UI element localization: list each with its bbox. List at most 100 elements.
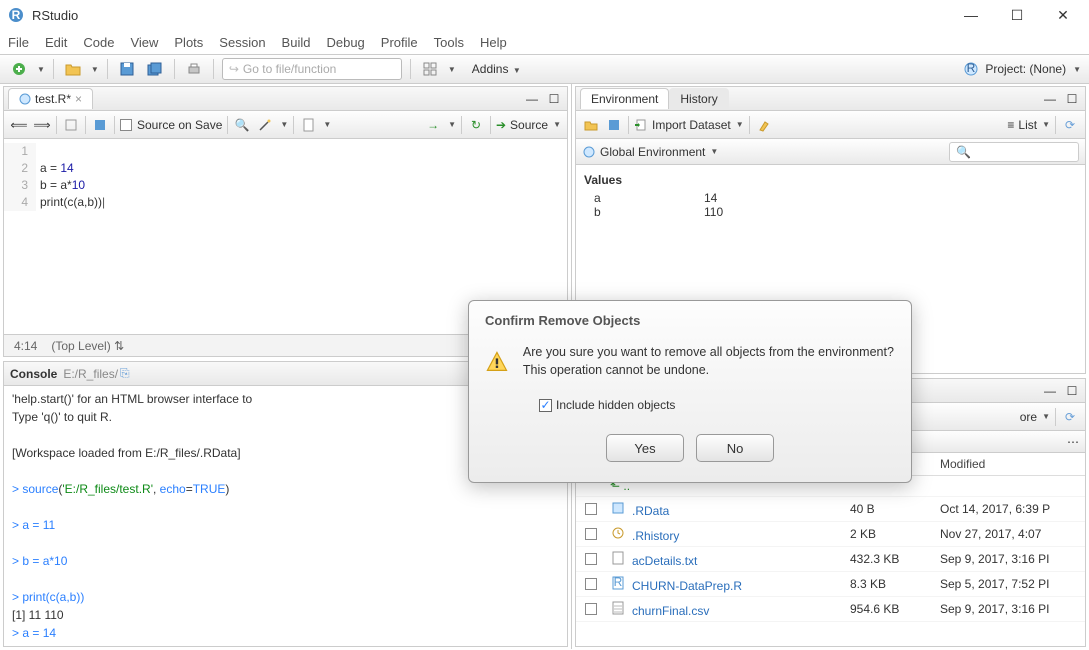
new-file-button[interactable]	[8, 58, 30, 80]
minimize-pane-icon[interactable]: —	[1041, 382, 1059, 400]
save-all-button[interactable]	[144, 58, 166, 80]
rfile-icon	[19, 93, 31, 105]
confirm-remove-dialog: Confirm Remove Objects Are you sure you …	[468, 300, 912, 483]
menu-build[interactable]: Build	[282, 35, 311, 50]
source-on-save-checkbox[interactable]	[120, 119, 132, 131]
minimize-pane-icon[interactable]: —	[1041, 90, 1059, 108]
col-modified[interactable]: Modified	[940, 457, 1085, 471]
svg-text:R: R	[12, 8, 21, 22]
file-checkbox[interactable]	[585, 503, 597, 515]
no-button[interactable]: No	[696, 434, 774, 462]
window-title: RStudio	[32, 8, 957, 23]
env-variable[interactable]: b110	[584, 205, 1077, 219]
print-button[interactable]	[183, 58, 205, 80]
file-row[interactable]: .RData40 BOct 14, 2017, 6:39 P	[576, 497, 1085, 522]
goto-placeholder: Go to file/function	[243, 62, 336, 76]
menu-code[interactable]: Code	[83, 35, 114, 50]
menubar: File Edit Code View Plots Session Build …	[0, 30, 1089, 54]
close-tab-icon[interactable]: ×	[75, 92, 82, 106]
save-workspace-button[interactable]	[605, 116, 623, 134]
save-source-button[interactable]	[91, 116, 109, 134]
environment-tab[interactable]: Environment	[580, 88, 669, 109]
env-toolbar: Import Dataset ▼ ≡ List ▼ ⟳	[576, 111, 1085, 139]
main-toolbar: ▼ ▼ ↪Go to file/function ▼ Addins ▼ R Pr…	[0, 54, 1089, 84]
menu-help[interactable]: Help	[480, 35, 507, 50]
save-button[interactable]	[116, 58, 138, 80]
file-checkbox[interactable]	[585, 528, 597, 540]
minimize-pane-icon[interactable]: —	[523, 90, 541, 108]
console-tab[interactable]: Console	[10, 367, 57, 381]
file-checkbox[interactable]	[585, 603, 597, 615]
warning-icon	[485, 344, 509, 380]
view-mode-selector[interactable]: ≡ List ▼	[1007, 118, 1050, 132]
menu-tools[interactable]: Tools	[434, 35, 464, 50]
wand-button[interactable]	[256, 116, 274, 134]
rstudio-logo-icon: R	[8, 7, 24, 23]
import-dataset-button[interactable]: Import Dataset ▼	[634, 118, 744, 132]
maximize-pane-icon[interactable]: ☐	[545, 90, 563, 108]
dialog-message: Are you sure you want to remove all obje…	[523, 344, 895, 379]
project-icon: R	[963, 61, 979, 77]
console-path-link-icon[interactable]: ⎘	[120, 366, 130, 381]
file-row[interactable]: RCHURN-DataPrep.R8.3 KBSep 5, 2017, 7:52…	[576, 572, 1085, 597]
file-checkbox[interactable]	[585, 578, 597, 590]
source-toolbar: ⟸ ⟹ Source on Save 🔍 ▼ ▼ →▼ ↻ ➔ Sour	[4, 111, 567, 139]
rerun-button[interactable]: ↻	[467, 116, 485, 134]
env-search-input[interactable]: 🔍	[949, 142, 1079, 162]
source-tab[interactable]: test.R* ×	[8, 88, 93, 109]
include-hidden-checkbox[interactable]: ✓	[539, 399, 552, 412]
yes-button[interactable]: Yes	[606, 434, 684, 462]
window-titlebar: R RStudio — ☐ ✕	[0, 0, 1089, 30]
window-close-button[interactable]: ✕	[1049, 5, 1077, 25]
menu-file[interactable]: File	[8, 35, 29, 50]
load-workspace-button[interactable]	[582, 116, 600, 134]
file-row[interactable]: acDetails.txt432.3 KBSep 9, 2017, 3:16 P…	[576, 547, 1085, 572]
dialog-title: Confirm Remove Objects	[485, 313, 895, 328]
env-scope-bar: Global Environment ▼ 🔍	[576, 139, 1085, 165]
scope-selector[interactable]: (Top Level) ⇅	[51, 339, 124, 353]
show-in-new-window-button[interactable]	[62, 116, 80, 134]
files-options-icon[interactable]: ⋯	[1067, 435, 1079, 449]
menu-plots[interactable]: Plots	[174, 35, 203, 50]
maximize-pane-icon[interactable]: ☐	[1063, 90, 1081, 108]
refresh-files-button[interactable]: ⟳	[1061, 408, 1079, 426]
more-button[interactable]: ore ▼	[1020, 410, 1050, 424]
include-hidden-label: Include hidden objects	[556, 398, 675, 412]
file-checkbox[interactable]	[585, 553, 597, 565]
chevron-down-icon[interactable]: ▼	[37, 65, 45, 74]
forward-button[interactable]: ⟹	[33, 116, 51, 134]
menu-profile[interactable]: Profile	[381, 35, 418, 50]
source-button[interactable]: ➔ Source ▼	[496, 118, 561, 132]
run-button[interactable]: →	[424, 116, 442, 134]
addins-menu[interactable]: Addins ▼	[472, 62, 521, 76]
notebook-button[interactable]	[299, 116, 317, 134]
cursor-position: 4:14	[14, 339, 37, 353]
window-maximize-button[interactable]: ☐	[1003, 5, 1031, 25]
project-selector[interactable]: R Project: (None) ▼	[963, 61, 1081, 77]
menu-debug[interactable]: Debug	[326, 35, 364, 50]
globe-icon	[582, 145, 596, 159]
console-path: E:/R_files/	[63, 367, 118, 381]
chevron-down-icon[interactable]: ▼	[91, 65, 99, 74]
svg-text:R: R	[967, 61, 976, 75]
back-button[interactable]: ⟸	[10, 116, 28, 134]
window-minimize-button[interactable]: —	[957, 5, 985, 25]
goto-file-function-input[interactable]: ↪Go to file/function	[222, 58, 402, 80]
clear-workspace-button[interactable]	[755, 116, 773, 134]
history-tab[interactable]: History	[669, 88, 728, 110]
maximize-pane-icon[interactable]: ☐	[1063, 382, 1081, 400]
chevron-down-icon[interactable]: ▼	[448, 65, 456, 74]
find-button[interactable]: 🔍	[233, 116, 251, 134]
file-row[interactable]: churnFinal.csv954.6 KBSep 9, 2017, 3:16 …	[576, 597, 1085, 622]
values-heading: Values	[584, 169, 1077, 191]
menu-view[interactable]: View	[130, 35, 158, 50]
open-file-button[interactable]	[62, 58, 84, 80]
env-variable[interactable]: a14	[584, 191, 1077, 205]
svg-text:R: R	[614, 576, 623, 589]
file-row[interactable]: .Rhistory2 KBNov 27, 2017, 4:07	[576, 522, 1085, 547]
env-scope-selector[interactable]: Global Environment ▼	[582, 145, 718, 159]
grid-button[interactable]	[419, 58, 441, 80]
menu-session[interactable]: Session	[219, 35, 265, 50]
refresh-button[interactable]: ⟳	[1061, 116, 1079, 134]
menu-edit[interactable]: Edit	[45, 35, 67, 50]
